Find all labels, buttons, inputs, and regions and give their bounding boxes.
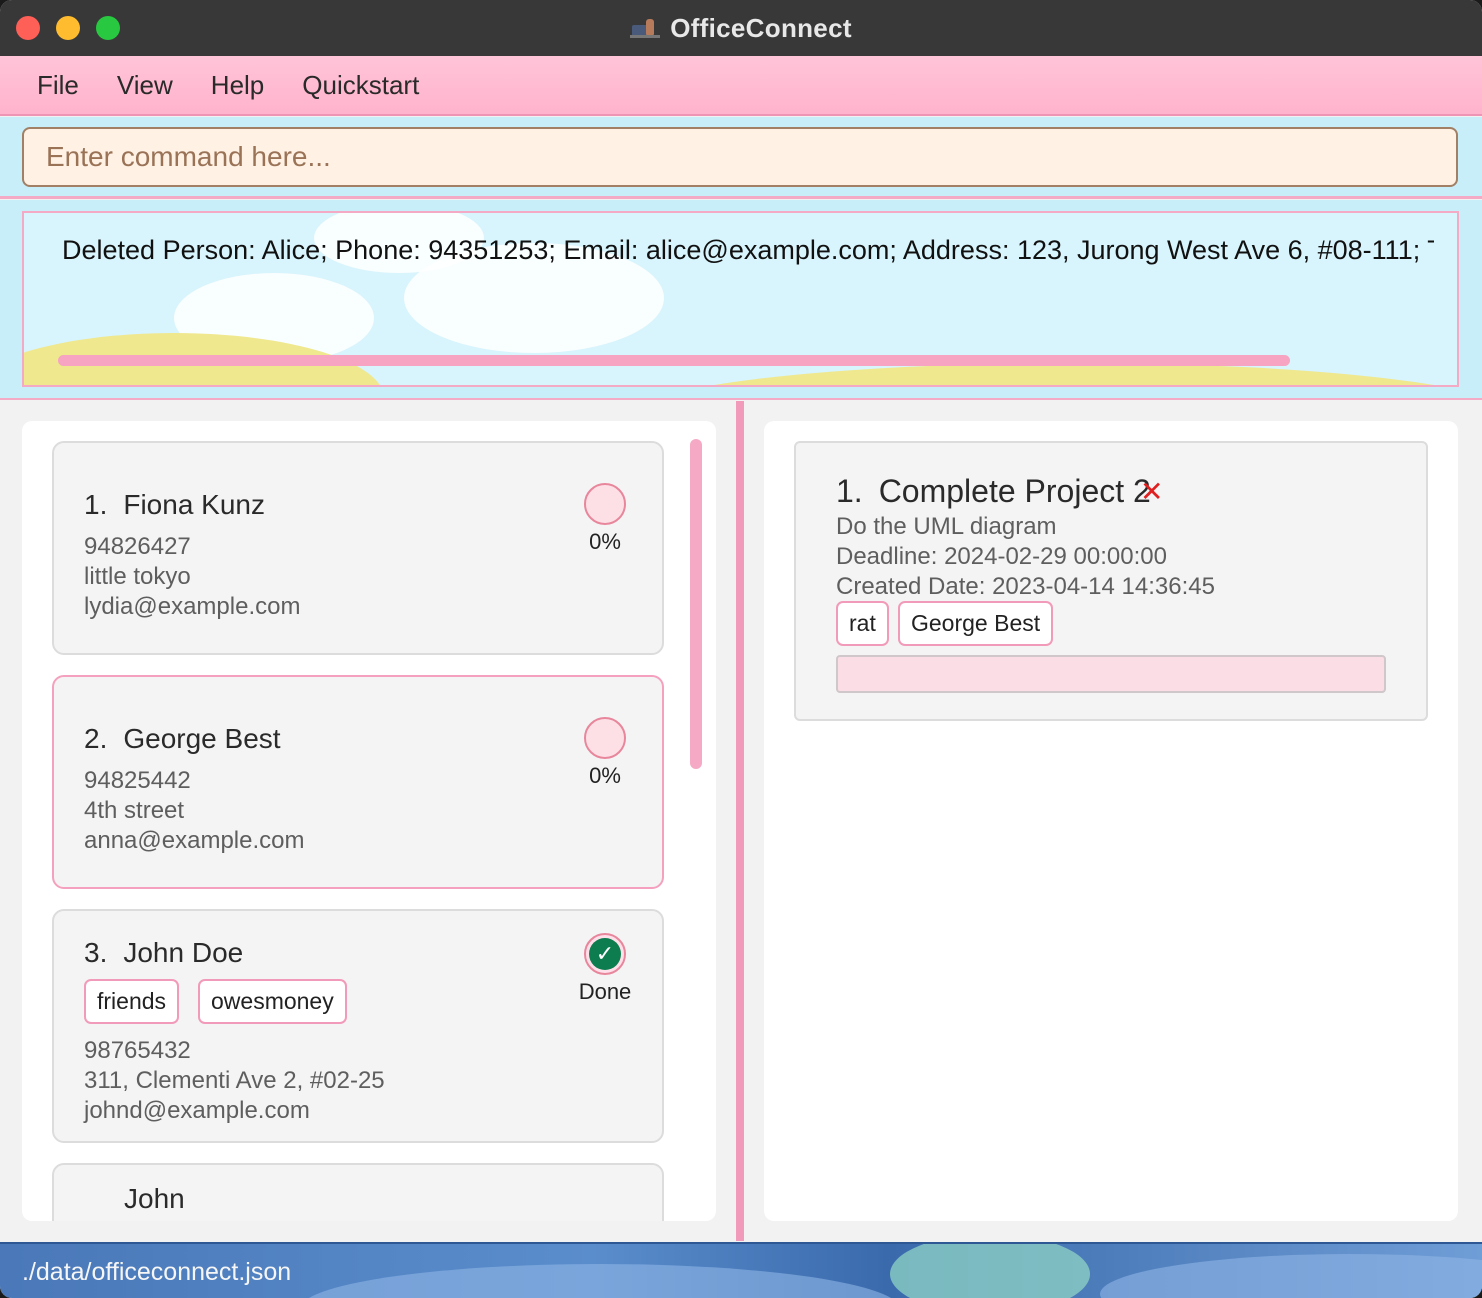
task-incomplete-cross-icon: ✕ (1140, 475, 1164, 508)
command-area (0, 117, 1482, 199)
person-name-text: John Doe (123, 937, 244, 968)
person-tag: owesmoney (198, 979, 347, 1024)
person-index: 1. (84, 489, 108, 520)
person-email: lydia@example.com (84, 593, 301, 620)
title-wrap: OfficeConnect (0, 0, 1482, 56)
person-tag: friends (84, 979, 180, 1024)
wave-decoration (1100, 1254, 1482, 1298)
task-tag: rat (836, 601, 889, 646)
status-circle-icon (584, 483, 626, 525)
result-display: Deleted Person: Alice; Phone: 94351253; … (22, 211, 1459, 387)
task-description: Do the UML diagram (836, 513, 1057, 540)
person-name: 3. John Doe (84, 937, 243, 969)
person-card[interactable]: John (52, 1163, 664, 1221)
person-email: anna@example.com (84, 827, 305, 854)
task-tag: George Best (898, 601, 1054, 646)
person-list-scrollbar[interactable] (690, 439, 702, 769)
status-label: Done (578, 979, 632, 1004)
person-list-panel: 1. Fiona Kunz 94826427 little tokyo lydia… (22, 421, 716, 1221)
person-address: 4th street (84, 797, 185, 824)
person-name-text: George Best (123, 723, 281, 754)
task-index: 1. (836, 473, 863, 509)
person-name: 2. George Best (84, 723, 281, 755)
person-phone: 94825442 (84, 767, 191, 794)
task-created-date: Created Date: 2023-04-14 14:36:45 (836, 573, 1215, 600)
title-bar: OfficeConnect (0, 0, 1482, 56)
person-email: johnd@example.com (84, 1097, 310, 1124)
task-progress-bar (836, 655, 1386, 693)
command-input[interactable] (22, 127, 1458, 187)
result-horizontal-scrollbar[interactable] (58, 355, 1290, 366)
person-phone: 94826427 (84, 533, 191, 560)
person-card[interactable]: 3. John Doe friends owesmoney 98765432 31… (52, 909, 664, 1143)
person-name: John (124, 1183, 185, 1214)
person-card[interactable]: 2. George Best 94825442 4th street anna@e… (52, 675, 664, 889)
app-window: OfficeConnect File View Help Quickstart … (0, 0, 1482, 1298)
main-area: 1. Fiona Kunz 94826427 little tokyo lydia… (0, 401, 1482, 1242)
result-text: Deleted Person: Alice; Phone: 94351253; … (62, 235, 1434, 265)
task-deadline: Deadline: 2024-02-29 00:00:00 (836, 543, 1167, 570)
menu-view[interactable]: View (98, 70, 192, 101)
person-name-text: Fiona Kunz (123, 489, 265, 520)
window-title: OfficeConnect (670, 12, 852, 43)
person-name: 1. Fiona Kunz (84, 489, 265, 521)
menu-quickstart[interactable]: Quickstart (283, 70, 438, 101)
person-address: little tokyo (84, 563, 191, 590)
person-index: 2. (84, 723, 108, 754)
menu-help[interactable]: Help (192, 70, 283, 101)
person-card[interactable]: 1. Fiona Kunz 94826427 little tokyo lydia… (52, 441, 664, 655)
hill-decoration (624, 363, 1457, 385)
character-decoration (890, 1244, 1090, 1298)
status-label: 0% (589, 763, 621, 788)
person-address: 311, Clementi Ave 2, #02-25 (84, 1067, 385, 1094)
app-logo-icon (630, 17, 661, 39)
menu-bar: File View Help Quickstart (0, 56, 1482, 116)
task-list-panel: 1. Complete Project 2 ✕ Do the UML diagra… (764, 421, 1458, 1221)
status-circle-icon (584, 717, 626, 759)
person-phone: 98765432 (84, 1037, 191, 1064)
task-title: 1. Complete Project 2 (836, 473, 1151, 510)
wave-decoration (300, 1264, 900, 1298)
split-pane-divider[interactable] (736, 401, 744, 1241)
task-card[interactable]: 1. Complete Project 2 ✕ Do the UML diagra… (794, 441, 1428, 721)
task-title-text: Complete Project 2 (878, 473, 1151, 509)
status-label: 0% (589, 529, 621, 554)
result-area: Deleted Person: Alice; Phone: 94351253; … (0, 200, 1482, 400)
person-index: 3. (84, 937, 108, 968)
status-bar: ./data/officeconnect.json (0, 1242, 1482, 1298)
data-file-path: ./data/officeconnect.json (22, 1258, 292, 1286)
done-check-icon: ✓ (584, 933, 626, 975)
menu-file[interactable]: File (18, 70, 98, 101)
